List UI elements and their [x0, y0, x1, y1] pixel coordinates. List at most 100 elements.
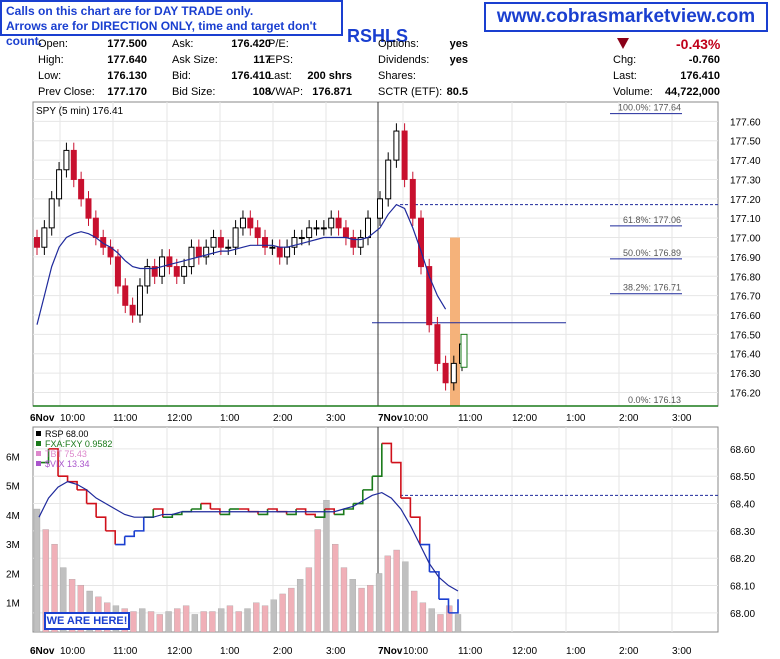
- candle-body: [34, 237, 40, 248]
- y-tick-label: 177.40: [730, 156, 761, 167]
- quote-value: 176.410: [680, 70, 720, 82]
- quote-label: Shares:: [378, 70, 416, 82]
- volume-bar: [323, 500, 330, 633]
- legend-swatch: [36, 461, 41, 466]
- quote-value: yes: [449, 54, 468, 66]
- volume-tick-label: 3M: [6, 540, 20, 551]
- volume-bar: [226, 605, 234, 633]
- quote-value: -0.760: [688, 54, 720, 66]
- candle-body: [48, 198, 55, 229]
- volume-bar: [419, 602, 427, 633]
- candle-body: [313, 227, 320, 230]
- volume-bar: [340, 567, 348, 633]
- volume-bar: [393, 549, 400, 633]
- candle-body: [136, 285, 143, 316]
- volume-bar: [218, 608, 225, 633]
- down-arrow-icon: [617, 38, 629, 49]
- y-tick-label: 68.30: [730, 527, 755, 538]
- quote-value: 176.130: [107, 70, 147, 82]
- candle-body: [377, 198, 383, 219]
- volume-tick-label: 1M: [6, 599, 20, 610]
- candle-body: [188, 246, 195, 268]
- x-tick-label: 2:00: [619, 646, 639, 657]
- x-tick-label: 10:00: [60, 646, 85, 657]
- candle-body: [328, 217, 335, 229]
- x-tick-label: 3:00: [672, 413, 692, 424]
- x-tick-label: 2:00: [273, 413, 293, 424]
- volume-bar: [209, 611, 216, 633]
- x-tick-label: 12:00: [167, 646, 192, 657]
- x-tick-label: 1:00: [566, 646, 586, 657]
- volume-bar: [454, 614, 462, 633]
- x-tick-label: 11:00: [458, 646, 483, 657]
- candle-body: [232, 227, 239, 248]
- volume-bar: [410, 590, 418, 633]
- fib-level-label: 100.0%: 177.64: [618, 103, 681, 113]
- volume-bar: [305, 567, 313, 633]
- y-tick-label: 176.40: [730, 350, 761, 361]
- volume-bar: [270, 599, 277, 633]
- candle-body: [195, 246, 202, 258]
- candle-body: [442, 362, 449, 384]
- candle-body: [144, 266, 151, 287]
- y-tick-label: 177.00: [730, 234, 761, 245]
- candle-body: [210, 237, 217, 248]
- candle-body: [122, 285, 129, 306]
- y-tick-label: 177.30: [730, 175, 761, 186]
- y-tick-label: 68.20: [730, 554, 755, 565]
- y-tick-label: 177.10: [730, 214, 761, 225]
- candle-body: [409, 178, 416, 219]
- legend-swatch: [36, 441, 41, 446]
- candle-body: [335, 217, 342, 229]
- y-tick-label: 176.70: [730, 292, 761, 303]
- x-tick-label: 10:00: [60, 413, 85, 424]
- quote-label: Bid:: [172, 70, 191, 82]
- last-candle-marker: [460, 333, 468, 368]
- y-tick-label: 177.60: [730, 117, 761, 128]
- candle-body: [269, 246, 276, 249]
- volume-bar: [139, 608, 146, 633]
- y-tick-label: 68.40: [730, 500, 755, 511]
- quote-value: yes: [449, 38, 468, 50]
- volume-bar: [253, 602, 260, 633]
- candle-body: [70, 149, 77, 180]
- candle-body: [401, 130, 408, 180]
- volume-tick-label: 6M: [6, 452, 20, 463]
- x-tick-label: 12:00: [512, 646, 537, 657]
- volume-tick-label: 2M: [6, 569, 20, 580]
- y-tick-label: 176.80: [730, 272, 761, 283]
- legend-swatch: [36, 431, 41, 436]
- legend-label: RSP 68.00: [45, 429, 88, 439]
- x-tick-label: 11:00: [113, 646, 138, 657]
- notice-line-1: Calls on this chart are for DAY TRADE on…: [6, 4, 254, 18]
- volume-bar: [296, 579, 304, 633]
- volume-bar: [314, 529, 321, 633]
- notice-line-2: Arrows are for DIRECTION ONLY, time and …: [6, 19, 317, 48]
- quote-value: 176.410: [231, 70, 271, 82]
- x-tick-label: 3:00: [326, 646, 346, 657]
- candle-body: [217, 237, 224, 248]
- volume-bar: [200, 611, 207, 633]
- fib-level-label: 61.8%: 177.06: [623, 215, 681, 225]
- candle-body: [298, 237, 305, 240]
- quote-value: 117: [253, 54, 271, 66]
- candle-body: [181, 266, 188, 277]
- y-tick-label: 68.60: [730, 445, 755, 456]
- volume-bar: [332, 543, 339, 633]
- website-banner[interactable]: www.cobrasmarketview.com: [484, 2, 768, 32]
- candle-body: [254, 227, 261, 239]
- x-tick-label: 12:00: [512, 413, 537, 424]
- x-tick-label: 6Nov: [30, 646, 55, 657]
- volume-bar: [191, 614, 199, 633]
- legend-label: TBT 75.43: [45, 449, 87, 459]
- quote-label: EPS:: [268, 54, 294, 66]
- volume-bar: [130, 611, 137, 633]
- quote-value: 200 shrs: [307, 70, 352, 82]
- volume-bar: [165, 611, 172, 633]
- quote-label: Low:: [38, 70, 62, 82]
- quote-value: 177.640: [107, 54, 147, 66]
- quote-label: High:: [38, 54, 64, 66]
- candle-body: [284, 246, 291, 258]
- fib-level-label: 0.0%: 176.13: [628, 395, 681, 405]
- candle-body: [63, 149, 70, 171]
